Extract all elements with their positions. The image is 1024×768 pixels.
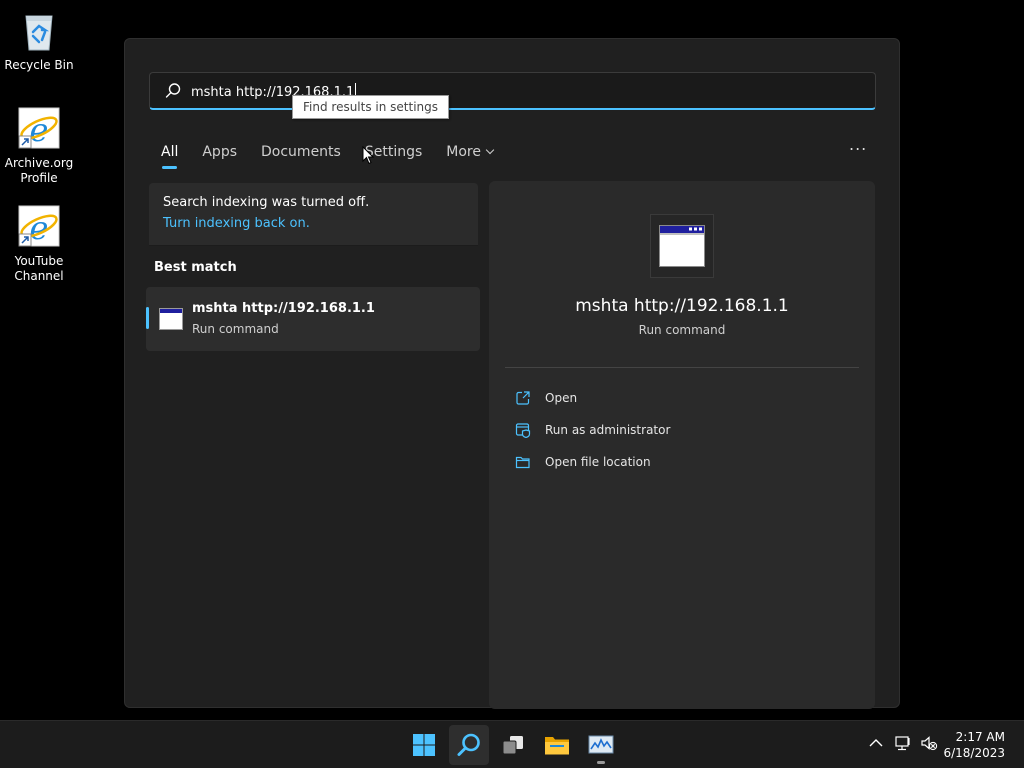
start-button[interactable] <box>404 725 444 765</box>
clock-time: 2:17 AM <box>955 730 1005 744</box>
indexing-notice: Search indexing was turned off. Turn ind… <box>149 183 478 245</box>
internet-explorer-icon: e <box>17 204 61 248</box>
task-manager-icon <box>588 735 614 754</box>
tab-more[interactable]: More <box>446 144 495 160</box>
tab-more-label: More <box>446 144 481 160</box>
folder-icon <box>515 456 530 469</box>
best-match-result[interactable]: mshta http://192.168.1.1 Run command <box>146 287 480 351</box>
best-match-heading: Best match <box>154 260 237 275</box>
action-label: Run as administrator <box>545 423 671 437</box>
search-button[interactable] <box>449 725 489 765</box>
app-window-icon <box>159 308 183 330</box>
search-box[interactable]: mshta http://192.168.1.1 <box>149 72 876 110</box>
file-explorer-button[interactable] <box>537 725 577 765</box>
open-external-icon <box>516 391 530 405</box>
desktop-icon-recycle-bin[interactable]: Recycle Bin <box>0 8 78 73</box>
windows-start-icon <box>413 734 435 756</box>
chevron-down-icon <box>485 145 495 155</box>
shield-admin-icon <box>515 423 531 438</box>
tab-documents[interactable]: Documents <box>261 144 341 160</box>
tab-all[interactable]: All <box>161 144 178 169</box>
tab-apps[interactable]: Apps <box>202 144 237 160</box>
task-view-icon <box>502 736 523 755</box>
desktop-icon-youtube-channel[interactable]: e YouTube Channel <box>0 204 78 284</box>
action-open[interactable]: Open <box>515 387 577 409</box>
file-explorer-icon <box>545 737 569 755</box>
desktop-icon-label: Archive.org Profile <box>4 156 74 185</box>
divider <box>505 367 859 368</box>
recycle-bin-icon <box>17 8 61 52</box>
divider <box>149 245 478 246</box>
tooltip: Find results in settings <box>292 95 450 119</box>
action-label: Open <box>545 391 578 405</box>
action-run-as-administrator[interactable]: Run as administrator <box>515 419 670 441</box>
task-view-button[interactable] <box>493 725 533 765</box>
action-open-file-location[interactable]: Open file location <box>515 451 651 473</box>
task-manager-button[interactable] <box>581 725 621 765</box>
filter-tabs: All Apps Documents Settings More <box>161 137 517 169</box>
selection-indicator <box>146 307 149 329</box>
clock-date: 6/18/2023 <box>943 746 1005 760</box>
result-type: Run command <box>192 322 279 336</box>
detail-subtitle: Run command <box>638 323 726 337</box>
indexing-message: Search indexing was turned off. <box>163 195 370 210</box>
app-window-icon <box>650 214 714 278</box>
svg-text:e: e <box>30 209 49 247</box>
system-clock[interactable]: 2:17 AM 6/18/2023 <box>943 729 1005 761</box>
running-indicator <box>597 761 605 764</box>
search-icon <box>165 83 181 98</box>
desktop-icon-archive-org-profile[interactable]: e Archive.org Profile <box>0 106 78 186</box>
network-icon[interactable] <box>894 734 912 752</box>
more-options-button[interactable]: ... <box>849 135 867 154</box>
svg-text:e: e <box>30 111 49 149</box>
desktop-icon-label: Recycle Bin <box>4 58 74 72</box>
turn-indexing-on-link[interactable]: Turn indexing back on. <box>163 216 464 231</box>
chevron-up-icon[interactable] <box>868 735 884 751</box>
detail-title: mshta http://192.168.1.1 <box>575 296 789 316</box>
mouse-cursor-icon <box>362 146 374 165</box>
volume-muted-icon[interactable] <box>920 734 938 752</box>
taskbar: 2:17 AM 6/18/2023 <box>0 720 1024 768</box>
search-icon <box>457 733 480 756</box>
detail-pane: mshta http://192.168.1.1 Run command Ope… <box>489 181 875 709</box>
internet-explorer-icon: e <box>17 106 61 150</box>
desktop-icon-label: YouTube Channel <box>14 254 64 283</box>
result-name: mshta http://192.168.1.1 <box>192 301 375 316</box>
action-label: Open file location <box>545 455 651 469</box>
search-panel: mshta http://192.168.1.1 Find results in… <box>124 38 900 709</box>
